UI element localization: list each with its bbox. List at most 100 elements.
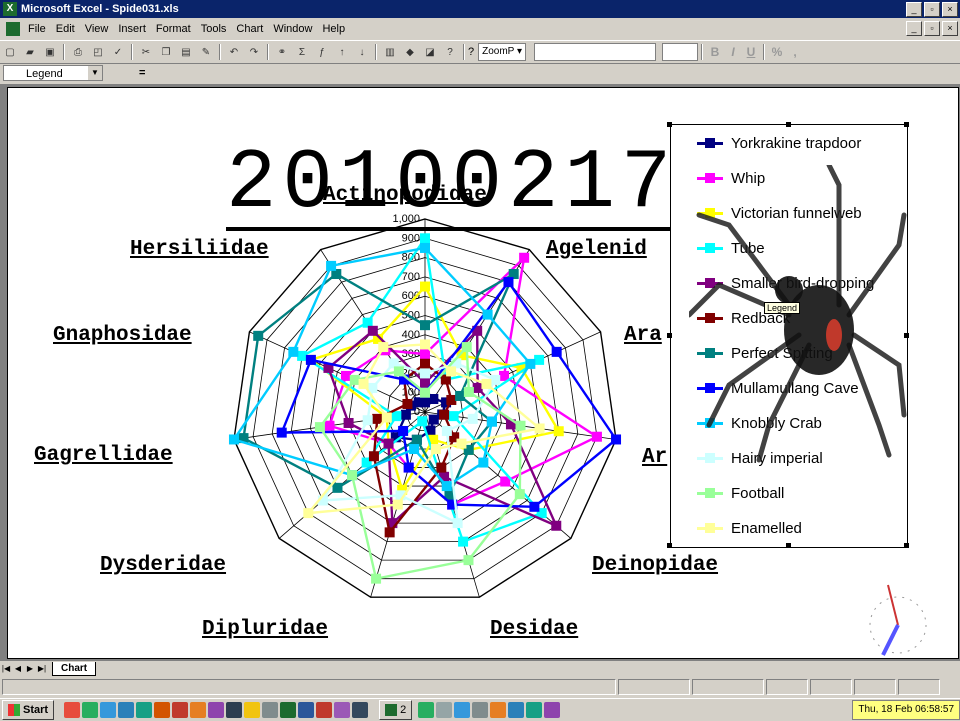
word-icon[interactable] xyxy=(298,702,315,718)
chart-wizard-icon[interactable]: ▥ xyxy=(382,44,398,60)
autosum-icon[interactable]: Σ xyxy=(294,44,310,60)
legend-handle[interactable] xyxy=(786,122,791,127)
chart-sheet[interactable]: 1,000 900 800 700 600 500 400 300 200 100 0 201002… xyxy=(7,87,959,659)
print-icon[interactable]: ⎙ xyxy=(70,44,86,60)
sort-descending-icon[interactable]: ↓ xyxy=(354,44,370,60)
legend-item[interactable]: Yorkrakine trapdoor xyxy=(697,135,861,152)
filezilla-icon[interactable] xyxy=(172,702,189,718)
bold-icon[interactable]: B xyxy=(706,45,724,59)
legend-item[interactable]: Enamelled xyxy=(697,520,802,537)
copy-icon[interactable]: ❐ xyxy=(158,44,174,60)
sort-ascending-icon[interactable]: ↑ xyxy=(334,44,350,60)
next-sheet-icon[interactable]: ▶ xyxy=(24,663,36,675)
app-icon[interactable] xyxy=(352,702,369,718)
font-size-select[interactable] xyxy=(662,43,698,61)
new-icon[interactable]: ▢ xyxy=(2,44,18,60)
data-point xyxy=(551,346,562,357)
minimize-button[interactable]: _ xyxy=(906,2,922,17)
app-icon[interactable] xyxy=(262,702,279,718)
tray-icon[interactable] xyxy=(418,702,435,718)
tray-icon[interactable] xyxy=(490,702,507,718)
tray-icon[interactable] xyxy=(454,702,471,718)
document-icon[interactable] xyxy=(6,21,20,36)
app-icon[interactable] xyxy=(208,702,225,718)
format-painter-icon[interactable]: ✎ xyxy=(198,44,214,60)
undo-icon[interactable]: ↶ xyxy=(226,44,242,60)
start-button[interactable]: Start xyxy=(2,700,55,720)
cut-icon[interactable]: ✂ xyxy=(138,44,154,60)
excel-task-button[interactable]: 2 xyxy=(379,700,413,720)
spelling-icon[interactable]: ✓ xyxy=(110,44,126,60)
save-icon[interactable]: ▣ xyxy=(42,44,58,60)
doc-minimize-button[interactable]: _ xyxy=(906,21,922,36)
drawing-icon[interactable]: ◪ xyxy=(422,44,438,60)
firefox-icon[interactable] xyxy=(190,702,207,718)
menu-view[interactable]: View xyxy=(80,23,114,35)
name-box[interactable]: Legend ▼ xyxy=(3,65,103,81)
percent-icon[interactable]: % xyxy=(768,45,786,59)
legend-item[interactable]: Football xyxy=(697,485,784,502)
doc-close-button[interactable]: × xyxy=(942,21,958,36)
status-panel xyxy=(766,679,808,695)
legend-handle[interactable] xyxy=(667,333,672,338)
open-icon[interactable]: ▰ xyxy=(22,44,38,60)
chart-legend[interactable]: Yorkrakine trapdoor Whip Victorian funne… xyxy=(670,124,908,548)
close-button[interactable]: × xyxy=(942,2,958,17)
menu-format[interactable]: Format xyxy=(151,23,196,35)
print-preview-icon[interactable]: ◰ xyxy=(90,44,106,60)
comma-icon[interactable]: , xyxy=(786,45,804,59)
map-icon[interactable]: ◆ xyxy=(402,44,418,60)
chevron-down-icon[interactable]: ▼ xyxy=(88,66,102,80)
menu-file[interactable]: File xyxy=(23,23,51,35)
menu-window[interactable]: Window xyxy=(268,23,317,35)
paste-icon[interactable]: ▤ xyxy=(178,44,194,60)
data-point xyxy=(340,370,351,381)
pdf-icon[interactable] xyxy=(316,702,333,718)
app-icon[interactable] xyxy=(334,702,351,718)
underline-icon[interactable]: U xyxy=(742,45,760,59)
media-icon[interactable] xyxy=(118,702,135,718)
tray-icon[interactable] xyxy=(436,702,453,718)
app-icon[interactable] xyxy=(154,702,171,718)
data-point xyxy=(303,508,314,519)
legend-handle[interactable] xyxy=(904,543,909,548)
legend-handle[interactable] xyxy=(904,333,909,338)
doc-restore-button[interactable]: ▫ xyxy=(924,21,940,36)
tray-icon[interactable] xyxy=(526,702,543,718)
legend-handle[interactable] xyxy=(667,122,672,127)
zoom-select[interactable]: ZoomP ▾ xyxy=(478,43,526,61)
first-sheet-icon[interactable]: |◀ xyxy=(0,663,12,675)
tray-icon[interactable] xyxy=(508,702,525,718)
maximize-button[interactable]: ▫ xyxy=(924,2,940,17)
folder-icon[interactable] xyxy=(244,702,261,718)
function-icon[interactable]: ƒ xyxy=(314,44,330,60)
app-icon[interactable] xyxy=(136,702,153,718)
excel-icon[interactable] xyxy=(280,702,297,718)
app-icon[interactable] xyxy=(226,702,243,718)
legend-handle[interactable] xyxy=(667,543,672,548)
menu-help[interactable]: Help xyxy=(317,23,350,35)
prev-sheet-icon[interactable]: ◀ xyxy=(12,663,24,675)
tray-icon[interactable] xyxy=(472,702,489,718)
menu-edit[interactable]: Edit xyxy=(51,23,80,35)
italic-icon[interactable]: I xyxy=(724,45,742,59)
font-select[interactable] xyxy=(534,43,656,61)
last-sheet-icon[interactable]: ▶| xyxy=(36,663,48,675)
menu-tools[interactable]: Tools xyxy=(196,23,232,35)
hyperlink-icon[interactable]: ⚭ xyxy=(274,44,290,60)
opera-icon[interactable] xyxy=(64,702,81,718)
legend-handle[interactable] xyxy=(786,543,791,548)
browser-icon[interactable] xyxy=(100,702,117,718)
legend-tooltip: Legend xyxy=(764,302,801,314)
help-icon[interactable]: ? xyxy=(442,44,458,60)
menu-insert[interactable]: Insert xyxy=(113,23,151,35)
redo-icon[interactable]: ↷ xyxy=(246,44,262,60)
tray-icon[interactable] xyxy=(544,702,561,718)
data-point xyxy=(297,350,308,361)
tray-clock[interactable]: Thu, 18 Feb 06:58:57 xyxy=(852,700,960,720)
excel-app-icon[interactable]: X xyxy=(3,2,17,16)
legend-handle[interactable] xyxy=(904,122,909,127)
menu-chart[interactable]: Chart xyxy=(231,23,268,35)
launcher-icon[interactable] xyxy=(82,702,99,718)
sheet-tab-chart[interactable]: Chart xyxy=(52,662,97,676)
